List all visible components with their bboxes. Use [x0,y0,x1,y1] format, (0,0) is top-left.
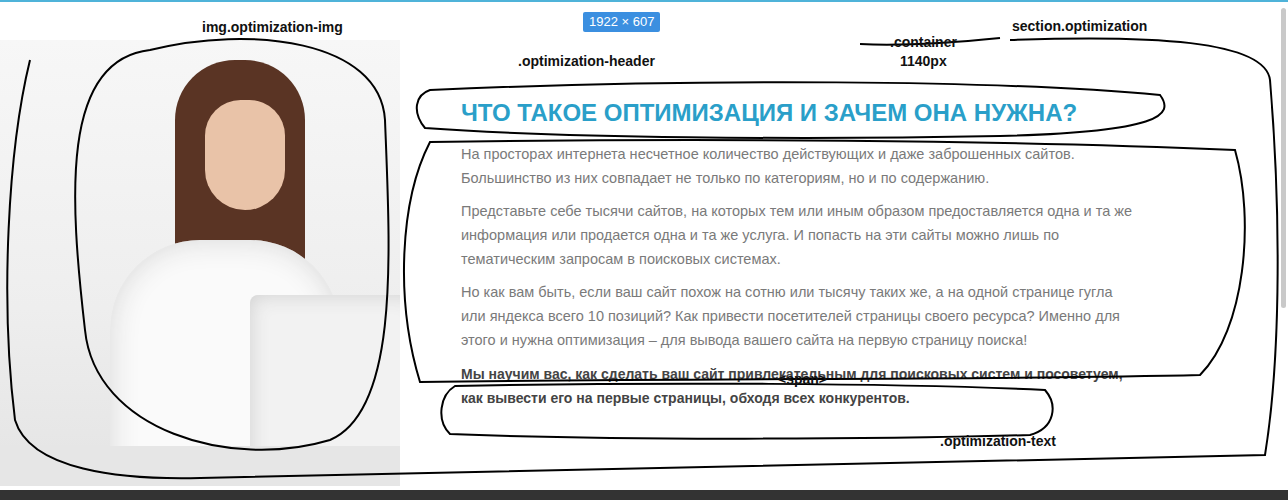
paragraph: На просторах интернета несчетное количес… [461,142,1141,190]
optimization-text: На просторах интернета несчетное количес… [461,142,1141,410]
annotation-outline [860,38,1000,45]
annotation-overlay: 1922 × 607 img.optimization-img .container… [0,0,1288,502]
annotation-label: section.optimization [1012,18,1147,35]
annotation-outline [75,39,388,450]
paragraph: Но как вам быть, если ваш сайт похож на … [461,280,1141,352]
annotation-outline [441,384,1052,439]
size-badge: 1922 × 607 [583,12,660,32]
container: ЧТО ТАКОЕ ОПТИМИЗАЦИЯ И ЗАЧЕМ ОНА НУЖНА?… [400,2,1288,490]
annotation-label: .optimization-header [518,53,655,70]
annotation-label: .optimization-text [940,433,1056,450]
annotation-label: 1140px [900,53,947,70]
highlight-span: Мы научим вас, как сделать ваш сайт прив… [461,362,1141,410]
annotation-label: img.optimization-img [202,19,343,36]
annotation-outline [417,82,1165,138]
optimization-image [0,40,400,486]
photo-desk [0,446,400,486]
optimization-section: ЧТО ТАКОЕ ОПТИМИЗАЦИЯ И ЗАЧЕМ ОНА НУЖНА?… [0,2,1288,490]
scrollbar[interactable] [1281,8,1286,308]
page: ЧТО ТАКОЕ ОПТИМИЗАЦИЯ И ЗАЧЕМ ОНА НУЖНА?… [0,0,1288,500]
paragraph: Представьте себе тысячи сайтов, на котор… [461,199,1141,271]
top-line [0,0,1288,2]
image-column [0,2,400,490]
photo-face [205,100,285,210]
annotation-outline [404,140,1245,382]
optimization-header: ЧТО ТАКОЕ ОПТИМИЗАЦИЯ И ЗАЧЕМ ОНА НУЖНА? [461,96,1248,130]
annotation-label: .container [890,34,957,51]
annotation-label: <span> [778,371,827,388]
annotation-outline [7,38,1277,478]
bottom-bar [0,490,1288,500]
annotation-outlines [0,0,1288,502]
